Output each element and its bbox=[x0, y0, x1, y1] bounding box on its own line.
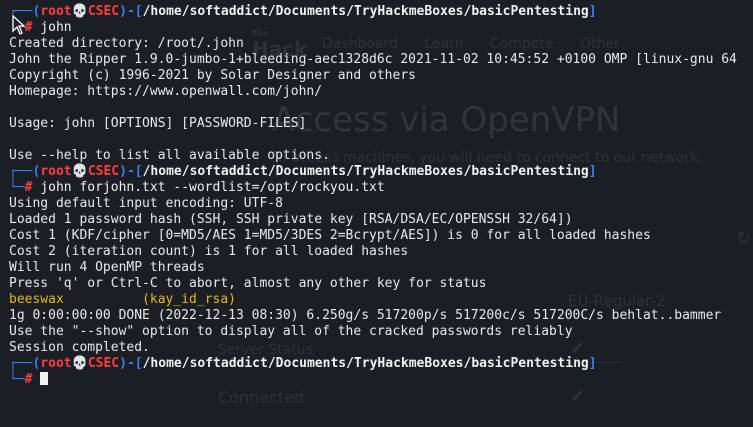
output-line: Use --help to list all available options… bbox=[9, 148, 330, 163]
prompt-line-top: ┌──(root💀CSEC)-[/home/softaddict/Documen… bbox=[9, 164, 753, 180]
prompt-line-bottom: └─# john forjohn.txt --wordlist=/opt/roc… bbox=[9, 180, 753, 196]
prompt-corner-bottom: └─ bbox=[9, 372, 25, 387]
prompt-corner-bottom: └─ bbox=[9, 180, 25, 195]
output-line: Press 'q' or Ctrl-C to abort, almost any… bbox=[9, 276, 487, 291]
prompt-bracket-mid: )-[ bbox=[119, 164, 143, 179]
cracked-result-line: beeswax (kay_id_rsa) bbox=[9, 292, 753, 308]
prompt-corner-top: ┌──( bbox=[9, 356, 41, 371]
output-line: Will run 4 OpenMP threads bbox=[9, 260, 205, 275]
prompt-cwd: /home/softaddict/Documents/TryHackmeBoxe… bbox=[142, 356, 589, 371]
output-line: Loaded 1 password hash (SSH, SSH private… bbox=[9, 212, 573, 227]
prompt-line-top: ┌──(root💀CSEC)-[/home/softaddict/Documen… bbox=[9, 356, 753, 372]
prompt-bracket-mid: )-[ bbox=[119, 4, 143, 19]
skull-icon: 💀 bbox=[71, 4, 88, 19]
command-text: john forjohn.txt --wordlist=/opt/rockyou… bbox=[40, 180, 385, 195]
terminal-window[interactable]: ┌──(root💀CSEC)-[/home/softaddict/Documen… bbox=[0, 0, 753, 427]
output-line: Using default input encoding: UTF-8 bbox=[9, 196, 283, 211]
output-line: 1g 0:00:00:00 DONE (2022-12-13 08:30) 6.… bbox=[9, 308, 722, 323]
prompt-bracket-end: ] bbox=[588, 356, 597, 371]
prompt-host: CSEC bbox=[87, 4, 120, 19]
prompt-symbol: # bbox=[24, 372, 33, 387]
prompt-line-bottom[interactable]: └─# bbox=[9, 372, 753, 388]
prompt-cwd: /home/softaddict/Documents/TryHackmeBoxe… bbox=[142, 4, 589, 19]
output-line: Created directory: /root/.john bbox=[9, 36, 244, 51]
output-line: Use the "--show" option to display all o… bbox=[9, 324, 573, 339]
output-line: John the Ripper 1.9.0-jumbo-1+bleeding-a… bbox=[9, 52, 737, 67]
output-line: Usage: john [OPTIONS] [PASSWORD-FILES] bbox=[9, 116, 307, 131]
cracked-user: (kay_id_rsa) bbox=[142, 292, 236, 307]
prompt-host: CSEC bbox=[87, 164, 120, 179]
command-text: john bbox=[40, 20, 72, 35]
mouse-pointer-icon bbox=[12, 15, 26, 35]
prompt-cwd: /home/softaddict/Documents/TryHackmeBoxe… bbox=[142, 164, 589, 179]
prompt-line-bottom: └─# john bbox=[9, 20, 753, 36]
prompt-host: CSEC bbox=[87, 356, 120, 371]
prompt-bracket-end: ] bbox=[588, 164, 597, 179]
prompt-user: root bbox=[40, 4, 72, 19]
output-line: Homepage: https://www.openwall.com/john/ bbox=[9, 84, 323, 99]
cracked-gap bbox=[64, 292, 142, 307]
output-line: Cost 1 (KDF/cipher [0=MD5/AES 1=MD5/3DES… bbox=[9, 228, 651, 243]
cracked-password: beeswax bbox=[9, 292, 64, 307]
skull-icon: 💀 bbox=[71, 356, 88, 371]
prompt-user: root bbox=[40, 356, 72, 371]
prompt-bracket-mid: )-[ bbox=[119, 356, 143, 371]
output-line: Session completed. bbox=[9, 340, 150, 355]
prompt-symbol: # bbox=[24, 180, 33, 195]
prompt-corner-top: ┌──( bbox=[9, 164, 41, 179]
skull-icon: 💀 bbox=[71, 164, 88, 179]
output-line: Cost 2 (iteration count) is 1 for all lo… bbox=[9, 244, 409, 259]
prompt-user: root bbox=[40, 164, 72, 179]
output-line: Copyright (c) 1996-2021 by Solar Designe… bbox=[9, 68, 416, 83]
prompt-line-top: ┌──(root💀CSEC)-[/home/softaddict/Documen… bbox=[9, 4, 753, 20]
text-cursor[interactable] bbox=[40, 372, 49, 385]
prompt-bracket-end: ] bbox=[588, 4, 597, 19]
